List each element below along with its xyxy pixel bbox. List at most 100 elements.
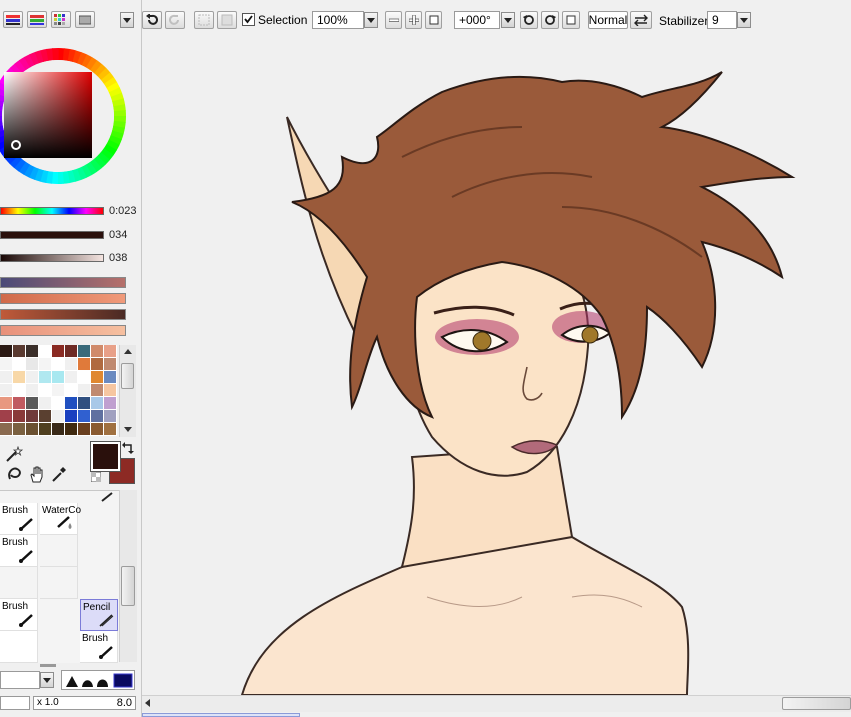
color-palette[interactable] xyxy=(0,345,118,437)
palette-swatch[interactable] xyxy=(26,410,39,423)
blend-mode-button[interactable]: Normal xyxy=(588,11,628,29)
palette-swatch[interactable] xyxy=(26,423,39,436)
stabilizer-field[interactable]: 9 xyxy=(707,11,737,29)
palette-swatch[interactable] xyxy=(52,410,65,423)
tool-pencil[interactable]: Pencil xyxy=(80,599,118,631)
zoom-in-button[interactable] xyxy=(405,11,422,29)
rotate-cw-button[interactable] xyxy=(541,11,559,29)
palette-swatch[interactable] xyxy=(0,358,13,371)
palette-swatch[interactable] xyxy=(104,371,117,384)
palette-swatch[interactable] xyxy=(65,397,78,410)
tool-empty-slot[interactable] xyxy=(40,535,78,567)
brightness-slider[interactable] xyxy=(0,254,104,262)
eyedropper-icon[interactable] xyxy=(50,465,68,483)
palette-swatch[interactable] xyxy=(0,423,13,436)
zoom-field[interactable]: 100% xyxy=(312,11,364,29)
palette-swatch[interactable] xyxy=(104,345,117,358)
rgb-slider-mode-button[interactable] xyxy=(27,11,47,28)
palette-swatch[interactable] xyxy=(104,358,117,371)
palette-swatch[interactable] xyxy=(65,345,78,358)
palette-swatch[interactable] xyxy=(13,423,26,436)
brush-size-field[interactable] xyxy=(0,696,30,710)
palette-swatch[interactable] xyxy=(13,371,26,384)
palette-swatch[interactable] xyxy=(52,384,65,397)
mixer-bar[interactable] xyxy=(0,309,126,320)
palette-swatch[interactable] xyxy=(78,397,91,410)
deselect-button[interactable] xyxy=(194,11,214,29)
mixer-bar[interactable] xyxy=(0,325,126,336)
palette-swatch[interactable] xyxy=(91,397,104,410)
stabilizer-dropdown[interactable] xyxy=(737,12,751,28)
brush-shape-selector[interactable] xyxy=(61,670,135,690)
palette-swatch[interactable] xyxy=(78,358,91,371)
palette-swatch[interactable] xyxy=(26,358,39,371)
panel-splitter[interactable] xyxy=(40,664,56,667)
palette-swatch[interactable] xyxy=(0,384,13,397)
palette-swatch[interactable] xyxy=(13,384,26,397)
palette-swatch[interactable] xyxy=(65,384,78,397)
tool-brush[interactable]: Brush xyxy=(0,503,38,535)
palette-swatch[interactable] xyxy=(65,410,78,423)
invert-selection-button[interactable] xyxy=(217,11,237,29)
palette-swatch[interactable] xyxy=(0,345,13,358)
palette-scrollbar[interactable] xyxy=(119,345,136,437)
tool-empty-slot[interactable] xyxy=(0,631,38,663)
tool-watercolor[interactable]: WaterCo xyxy=(40,503,81,535)
tool-brush[interactable]: Brush xyxy=(0,599,38,631)
palette-swatch[interactable] xyxy=(39,423,52,436)
palette-swatch[interactable] xyxy=(65,371,78,384)
palette-swatch[interactable] xyxy=(52,423,65,436)
zoom-dropdown[interactable] xyxy=(364,12,378,28)
rotation-reset-button[interactable] xyxy=(562,11,580,29)
palette-swatch[interactable] xyxy=(78,410,91,423)
panel-menu-dropdown[interactable] xyxy=(120,12,134,28)
saturation-slider[interactable] xyxy=(0,231,104,239)
undo-button[interactable] xyxy=(142,11,162,29)
mixer-bar[interactable] xyxy=(0,277,126,288)
palette-swatch[interactable] xyxy=(26,384,39,397)
palette-swatch[interactable] xyxy=(39,358,52,371)
swap-colors-icon[interactable] xyxy=(122,442,134,454)
hue-slider[interactable] xyxy=(0,207,104,215)
palette-swatch[interactable] xyxy=(52,345,65,358)
palette-swatch[interactable] xyxy=(13,358,26,371)
palette-swatch[interactable] xyxy=(39,384,52,397)
palette-scroll-thumb[interactable] xyxy=(121,363,134,389)
palette-swatch[interactable] xyxy=(52,371,65,384)
tool-empty-slot[interactable] xyxy=(40,567,78,599)
color-wheel-mode-button[interactable] xyxy=(3,11,23,28)
palette-swatch[interactable] xyxy=(65,423,78,436)
palette-swatch[interactable] xyxy=(0,410,13,423)
palette-swatch[interactable] xyxy=(91,358,104,371)
palette-swatch[interactable] xyxy=(91,371,104,384)
selection-checkbox[interactable] xyxy=(242,13,255,26)
swatch-mode-button[interactable] xyxy=(51,11,71,28)
drawing-canvas[interactable] xyxy=(142,37,851,695)
palette-swatch[interactable] xyxy=(39,345,52,358)
palette-swatch[interactable] xyxy=(26,371,39,384)
tool-scrollbar[interactable] xyxy=(119,490,137,662)
canvas-tab[interactable] xyxy=(142,713,300,717)
mixer-bar[interactable] xyxy=(0,293,126,304)
scroll-up-icon[interactable] xyxy=(124,349,132,354)
palette-swatch[interactable] xyxy=(39,410,52,423)
scratchpad-mode-button[interactable] xyxy=(75,11,95,28)
tool-empty-slot[interactable] xyxy=(0,567,38,599)
scroll-left-icon[interactable] xyxy=(145,699,150,707)
palette-swatch[interactable] xyxy=(26,397,39,410)
palette-swatch[interactable] xyxy=(52,397,65,410)
palette-swatch[interactable] xyxy=(52,358,65,371)
palette-swatch[interactable] xyxy=(78,384,91,397)
lasso-icon[interactable] xyxy=(7,466,23,482)
hand-icon[interactable] xyxy=(28,465,46,483)
zoom-out-button[interactable] xyxy=(385,11,402,29)
rotation-field[interactable]: +000° xyxy=(454,11,500,29)
redo-button[interactable] xyxy=(165,11,185,29)
rotation-dropdown[interactable] xyxy=(501,12,515,28)
main-color-swatch[interactable] xyxy=(90,441,121,472)
palette-swatch[interactable] xyxy=(91,410,104,423)
zoom-reset-button[interactable] xyxy=(425,11,442,29)
palette-swatch[interactable] xyxy=(104,384,117,397)
transparent-color-icon[interactable] xyxy=(91,472,101,482)
palette-swatch[interactable] xyxy=(91,423,104,436)
